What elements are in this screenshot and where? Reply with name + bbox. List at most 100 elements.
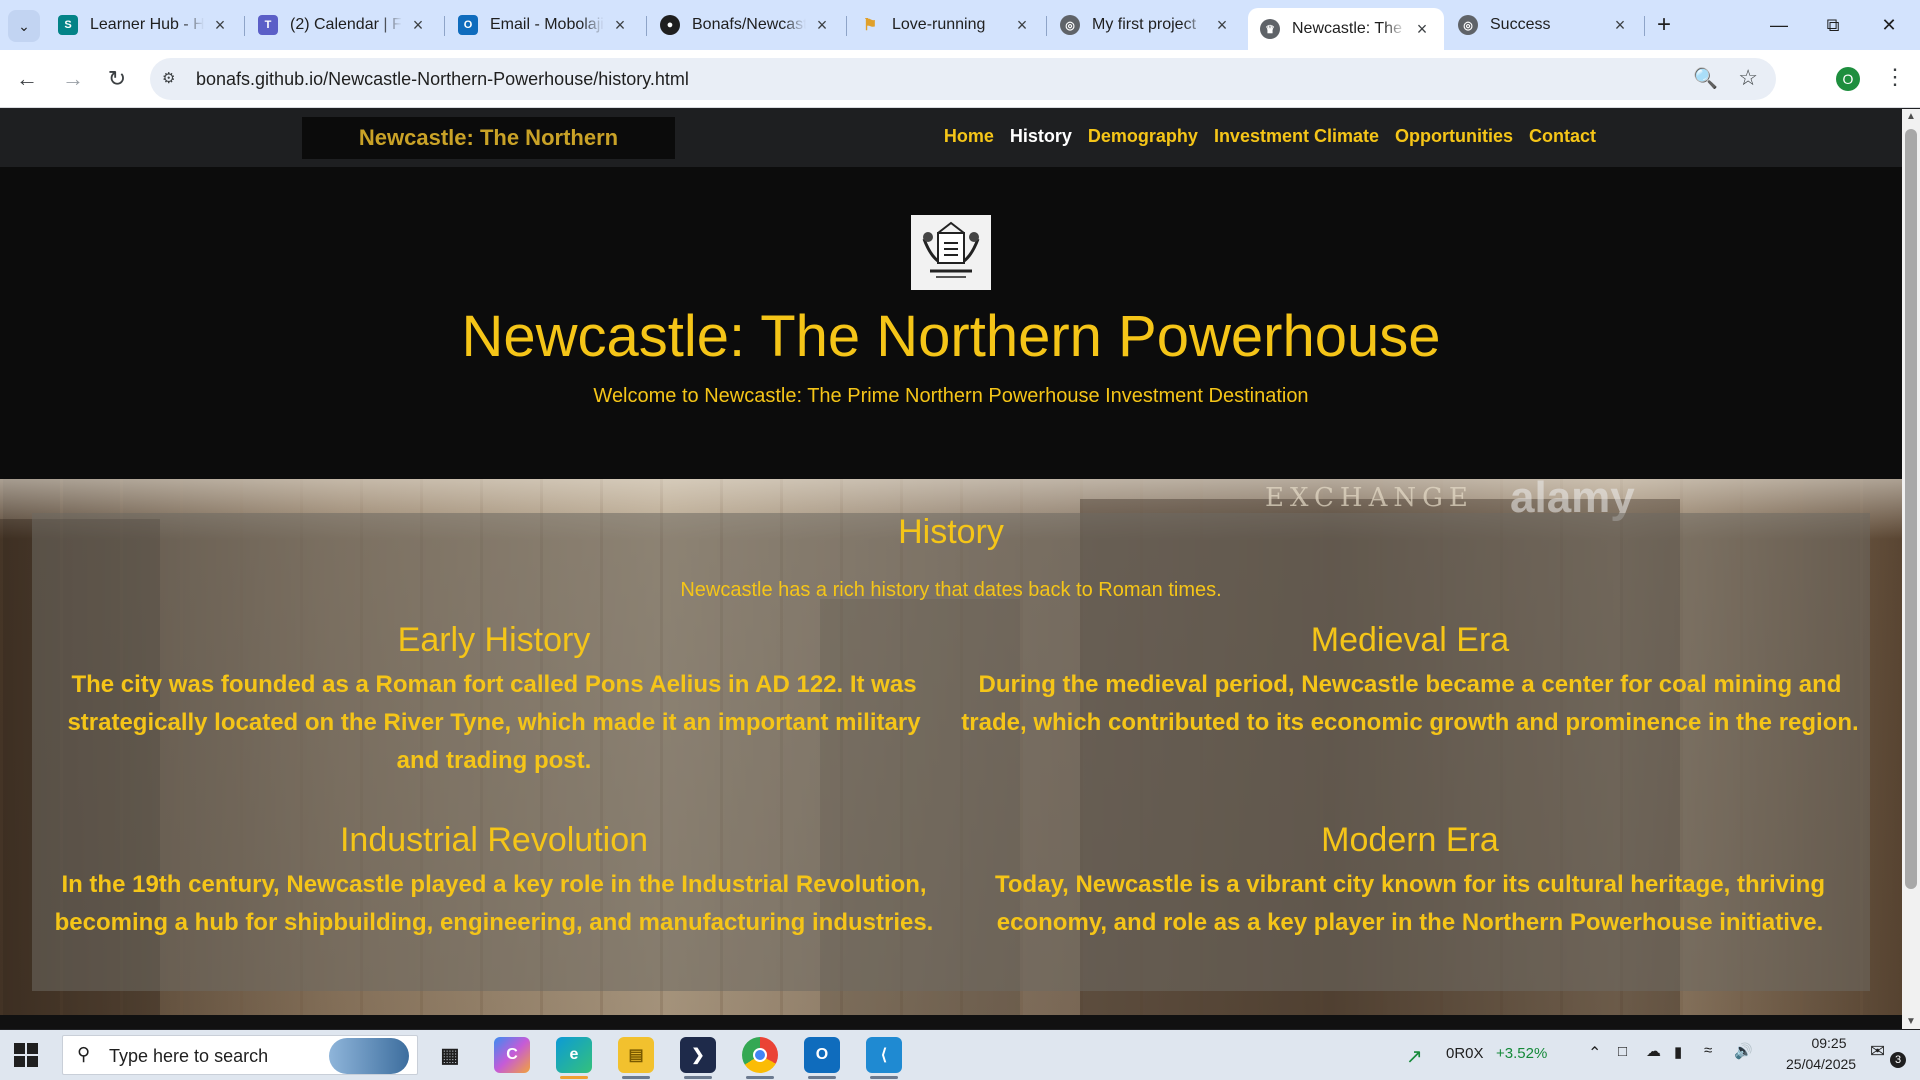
- taskbar-search-box[interactable]: ⚲ Type here to search: [62, 1035, 418, 1075]
- clock-date[interactable]: 25/04/2025: [1786, 1056, 1856, 1072]
- close-icon[interactable]: ×: [1012, 15, 1032, 36]
- tab-separator: [1046, 16, 1047, 36]
- browser-tab[interactable]: O Email - Mobolaji ×: [446, 8, 642, 42]
- windows-taskbar: ⚲ Type here to search ▦ C e ▤ ❯ O ⟨ ↗ 0R…: [0, 1030, 1920, 1080]
- chrome-icon[interactable]: [742, 1037, 778, 1073]
- tab-separator: [244, 16, 245, 36]
- zoom-icon[interactable]: 🔍: [1693, 66, 1718, 91]
- windows-logo-icon: [14, 1056, 25, 1067]
- forward-button[interactable]: →: [58, 64, 88, 94]
- windows-logo-icon: [27, 1056, 38, 1067]
- browser-tab[interactable]: ◎ Success ×: [1446, 8, 1642, 42]
- site-settings-icon[interactable]: ⚙: [162, 69, 182, 89]
- browser-tab[interactable]: ⚑ Love-running ×: [848, 8, 1044, 42]
- address-bar[interactable]: ⚙ bonafs.github.io/Newcastle-Northern-Po…: [150, 58, 1776, 100]
- arrow-left-icon: ←: [16, 66, 38, 91]
- browser-tab[interactable]: S Learner Hub - Ho ×: [46, 8, 242, 42]
- file-explorer-icon[interactable]: ▤: [618, 1037, 654, 1073]
- minimize-button[interactable]: —: [1756, 8, 1802, 42]
- app-running-indicator: [870, 1076, 898, 1079]
- background-exchange-sign: EXCHANGE: [1265, 483, 1474, 513]
- close-icon: ✕: [1881, 15, 1897, 35]
- volume-icon[interactable]: 🔊: [1734, 1042, 1753, 1060]
- nav-link-history[interactable]: History: [1010, 126, 1072, 147]
- close-window-button[interactable]: ✕: [1866, 8, 1912, 42]
- onedrive-cloud-icon[interactable]: ☁: [1646, 1042, 1661, 1060]
- powershell-icon[interactable]: ❯: [680, 1037, 716, 1073]
- teams-icon: T: [258, 15, 278, 35]
- hero-title: Newcastle: The Northern Powerhouse: [461, 304, 1441, 369]
- scroll-down-icon[interactable]: ▼: [1906, 1016, 1916, 1027]
- site-brand[interactable]: Newcastle: The Northern Powerhouse: [302, 117, 675, 192]
- tab-separator: [646, 16, 647, 36]
- chrome-center: [753, 1048, 767, 1062]
- stock-trend-icon[interactable]: ↗: [1406, 1044, 1423, 1069]
- globe-icon: ◎: [1458, 15, 1478, 35]
- app-running-indicator: [622, 1076, 650, 1079]
- wifi-icon[interactable]: ≈: [1704, 1042, 1712, 1059]
- copilot-icon[interactable]: C: [494, 1037, 530, 1073]
- browser-tab[interactable]: ◎ My first project ×: [1048, 8, 1244, 42]
- windows-logo-icon: [27, 1043, 38, 1054]
- bookmark-star-icon[interactable]: ☆: [1738, 65, 1758, 91]
- stock-ticker[interactable]: 0R0X: [1446, 1045, 1484, 1062]
- back-button[interactable]: ←: [12, 64, 42, 94]
- history-card-text: In the 19th century, Newcastle played a …: [54, 871, 934, 936]
- nav-link-demography[interactable]: Demography: [1088, 126, 1198, 147]
- minimize-icon: —: [1770, 15, 1788, 35]
- tab-separator: [1644, 16, 1645, 36]
- site-navbar: Newcastle: The Northern Powerhouse Home …: [0, 109, 1902, 192]
- tab-separator: [444, 16, 445, 36]
- history-section: EXCHANGE alamy History Newcastle has a r…: [0, 479, 1902, 1029]
- scroll-up-icon[interactable]: ▲: [1906, 111, 1916, 122]
- stock-change[interactable]: +3.52%: [1496, 1045, 1547, 1062]
- browser-tab[interactable]: ● Bonafs/Newcastl ×: [648, 8, 844, 42]
- nav-link-opportunities[interactable]: Opportunities: [1395, 126, 1513, 147]
- taskbar-search-placeholder: Type here to search: [109, 1046, 269, 1066]
- vscode-icon[interactable]: ⟨: [866, 1037, 902, 1073]
- edge-icon[interactable]: e: [556, 1037, 592, 1073]
- restore-icon: ⧉: [1826, 15, 1840, 35]
- browser-tab-strip: ⌄ S Learner Hub - Ho × T (2) Calendar | …: [0, 0, 1920, 50]
- nav-link-home[interactable]: Home: [944, 126, 994, 147]
- reload-button[interactable]: ↻: [102, 64, 132, 94]
- browser-tab-active[interactable]: ♛ Newcastle: The N ×: [1248, 8, 1444, 50]
- page-viewport: Newcastle: The Northern Powerhouse Home …: [0, 109, 1902, 1029]
- nav-link-investment-climate[interactable]: Investment Climate: [1214, 126, 1379, 147]
- history-card-title: Industrial Revolution: [339, 821, 649, 859]
- url-text[interactable]: bonafs.github.io/Newcastle-Northern-Powe…: [196, 69, 689, 90]
- hero-subtitle: Welcome to Newcastle: The Prime Northern…: [593, 385, 1309, 407]
- history-card-title: Modern Era: [1321, 821, 1499, 859]
- page-scrollbar[interactable]: ▲ ▼: [1902, 109, 1920, 1029]
- github-icon: ●: [660, 15, 680, 35]
- search-icon: ⚲: [77, 1044, 91, 1064]
- close-icon[interactable]: ×: [610, 15, 630, 36]
- tab-search-button[interactable]: ⌄: [8, 10, 40, 42]
- history-intro: Newcastle has a rich history that dates …: [680, 579, 1222, 601]
- close-icon[interactable]: ×: [408, 15, 428, 36]
- meet-icon[interactable]: □: [1618, 1043, 1627, 1060]
- close-icon[interactable]: ×: [1610, 15, 1630, 36]
- browser-menu-icon[interactable]: ⋮: [1884, 64, 1906, 90]
- close-icon[interactable]: ×: [210, 15, 230, 36]
- chevron-up-icon[interactable]: ⌃: [1588, 1043, 1601, 1063]
- scrollbar-thumb[interactable]: [1905, 129, 1917, 889]
- close-icon[interactable]: ×: [1412, 19, 1432, 40]
- close-icon[interactable]: ×: [812, 15, 832, 36]
- clock-time[interactable]: 09:25: [1800, 1035, 1858, 1051]
- task-view-icon[interactable]: ▦: [432, 1037, 468, 1073]
- nav-link-contact[interactable]: Contact: [1529, 126, 1596, 147]
- browser-tab[interactable]: T (2) Calendar | Fu ×: [246, 8, 440, 42]
- profile-avatar[interactable]: O: [1836, 67, 1860, 91]
- active-app-indicator: [560, 1076, 588, 1079]
- new-tab-button[interactable]: +: [1650, 12, 1678, 40]
- history-card-title: Medieval Era: [1310, 621, 1510, 659]
- battery-icon[interactable]: ▮: [1674, 1043, 1682, 1061]
- site-nav-links: Home History Demography Investment Clima…: [944, 126, 1596, 147]
- windows-start-button[interactable]: [14, 1043, 38, 1067]
- notification-icon[interactable]: ✉: [1870, 1041, 1885, 1062]
- close-icon[interactable]: ×: [1212, 15, 1232, 36]
- sharepoint-icon: S: [58, 15, 78, 35]
- outlook-icon[interactable]: O: [804, 1037, 840, 1073]
- restore-button[interactable]: ⧉: [1810, 8, 1856, 42]
